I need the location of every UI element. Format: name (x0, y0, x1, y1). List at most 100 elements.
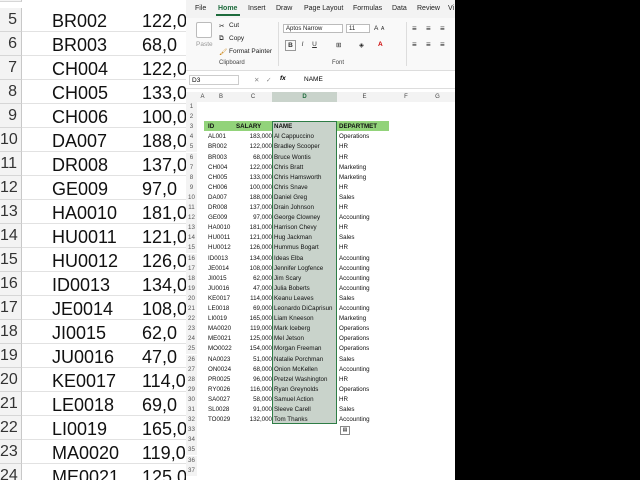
cell-dept[interactable]: HR (339, 243, 348, 253)
cell-dept[interactable]: Operations (339, 132, 369, 142)
tab-review[interactable]: Review (417, 5, 440, 12)
cell-dept[interactable]: Sales (339, 355, 354, 365)
cell-salary[interactable]: 125,000 (234, 334, 272, 344)
column-header[interactable]: C (234, 94, 272, 100)
cell-salary[interactable]: 133,000 (234, 173, 272, 183)
cell-dept[interactable]: Accounting (339, 274, 370, 284)
row-number[interactable]: 13 (186, 223, 197, 234)
cell-salary[interactable]: 181,000 (234, 223, 272, 233)
align-center-icon[interactable]: ≡ (426, 40, 431, 49)
cell-name[interactable]: Tom Thanks (274, 415, 337, 425)
copy-icon[interactable]: ⧉ (219, 35, 224, 43)
cell-name[interactable]: Mark Iceberg (274, 324, 337, 334)
cell-name[interactable]: George Clowney (274, 213, 337, 223)
paste-label[interactable]: Paste (196, 41, 213, 48)
formula-input[interactable]: NAME (304, 76, 323, 83)
paste-icon[interactable] (196, 22, 212, 38)
row-number[interactable]: 24 (186, 334, 197, 345)
cell-id[interactable]: ON0024 (208, 365, 231, 375)
cell-name[interactable]: Daniel Greg (274, 193, 337, 203)
cell-salary[interactable]: 119,000 (234, 324, 272, 334)
cell-name[interactable]: Chris Hamsworth (274, 173, 337, 183)
cell-name[interactable]: Keanu Leaves (274, 294, 337, 304)
row-number[interactable]: 28 (186, 374, 197, 385)
copy-button[interactable]: Copy (229, 35, 244, 42)
cell-name[interactable]: Ideas Elba (274, 254, 337, 264)
cell-dept[interactable]: HR (339, 203, 348, 213)
tab-page-layout[interactable]: Page Layout (304, 5, 343, 12)
cell-name[interactable]: Onion McKellen (274, 365, 337, 375)
cell-id[interactable]: HA0010 (208, 223, 230, 233)
cell-salary[interactable]: 122,000 (234, 163, 272, 173)
cell-name[interactable]: Liam Kneeson (274, 314, 337, 324)
cell-salary[interactable]: 188,000 (234, 193, 272, 203)
cell-id[interactable]: NA0023 (208, 355, 230, 365)
row-number[interactable]: 11 (186, 203, 197, 213)
cell-salary[interactable]: 69,000 (234, 304, 272, 314)
align-top-icon[interactable]: ≡ (412, 24, 417, 33)
cell-name[interactable]: Ryan Greynolds (274, 385, 337, 395)
row-number[interactable]: 20 (186, 293, 197, 304)
format-painter-icon[interactable]: 🖌 (219, 48, 227, 56)
cell-salary[interactable]: 126,000 (234, 243, 272, 253)
cell-id[interactable]: JI0015 (208, 274, 227, 284)
align-left-icon[interactable]: ≡ (412, 40, 417, 49)
column-header-selected[interactable]: D (272, 92, 337, 102)
cell-name[interactable]: Jennifer Logfence (274, 264, 337, 274)
cell-salary[interactable]: 58,000 (234, 395, 272, 405)
cell-salary[interactable]: 165,000 (234, 314, 272, 324)
fill-color-icon[interactable]: ◈ (359, 41, 364, 49)
tab-view[interactable]: Vi (448, 5, 454, 12)
cell-name[interactable]: Bradley Scooper (274, 142, 337, 152)
tab-draw[interactable]: Draw (276, 5, 292, 12)
row-number[interactable]: 21 (186, 304, 197, 314)
cell-salary[interactable]: 154,000 (234, 344, 272, 354)
header-cell-id[interactable]: ID (208, 122, 214, 132)
cell-dept[interactable]: Sales (339, 233, 354, 243)
cell-name[interactable]: Morgan Freeman (274, 344, 337, 354)
row-number[interactable]: 14 (186, 233, 197, 244)
cell-id[interactable]: CH006 (208, 183, 227, 193)
cell-name[interactable]: Drain Johnson (274, 203, 337, 213)
column-header[interactable]: E (337, 94, 392, 100)
cell-dept[interactable]: HR (339, 395, 348, 405)
cell-dept[interactable]: Accounting (339, 264, 370, 274)
cell-name[interactable]: Chris Snave (274, 183, 337, 193)
cell-name[interactable]: Leonardo DiCaprisun (274, 304, 337, 314)
row-number[interactable]: 8 (186, 172, 197, 183)
row-number[interactable]: 12 (186, 213, 197, 224)
cell-id[interactable]: MA0020 (208, 324, 231, 334)
cell-dept[interactable]: Operations (339, 334, 369, 344)
cell-id[interactable]: DA007 (208, 193, 227, 203)
decrease-font-icon[interactable]: A (381, 26, 384, 32)
row-number[interactable]: 25 (186, 344, 197, 355)
cell-dept[interactable]: Sales (339, 405, 354, 415)
cell-name[interactable]: Hummus Bogart (274, 243, 337, 253)
row-number[interactable]: 2 (186, 112, 197, 123)
tab-file[interactable]: File (195, 5, 206, 12)
cell-id[interactable]: AL001 (208, 132, 226, 142)
row-number[interactable]: 7 (186, 162, 197, 173)
cell-id[interactable]: GE009 (208, 213, 227, 223)
cell-id[interactable]: ID0013 (208, 254, 228, 264)
cell-dept[interactable]: Marketing (339, 173, 366, 183)
tab-home[interactable]: Home (218, 5, 237, 12)
row-number[interactable]: 18 (186, 273, 197, 284)
cell-name[interactable]: Mel Jetson (274, 334, 337, 344)
cell-id[interactable]: SA0027 (208, 395, 230, 405)
row-number[interactable]: 16 (186, 253, 197, 264)
cancel-icon[interactable]: ✕ (254, 76, 259, 84)
row-number[interactable]: 33 (186, 425, 197, 436)
cell-salary[interactable]: 51,000 (234, 355, 272, 365)
row-number[interactable]: 10 (186, 192, 197, 203)
cell-dept[interactable]: Sales (339, 294, 354, 304)
cell-name[interactable]: Sleeve Carell (274, 405, 337, 415)
cell-dept[interactable]: Accounting (339, 365, 370, 375)
cell-dept[interactable]: HR (339, 375, 348, 385)
cell-id[interactable]: BR003 (208, 153, 227, 163)
font-name-select[interactable]: Aptos Narrow (283, 24, 343, 33)
cell-dept[interactable]: HR (339, 153, 348, 163)
font-size-select[interactable]: 11 (346, 24, 370, 33)
cell-salary[interactable]: 116,000 (234, 385, 272, 395)
cell-name[interactable]: Jim Scary (274, 274, 337, 284)
